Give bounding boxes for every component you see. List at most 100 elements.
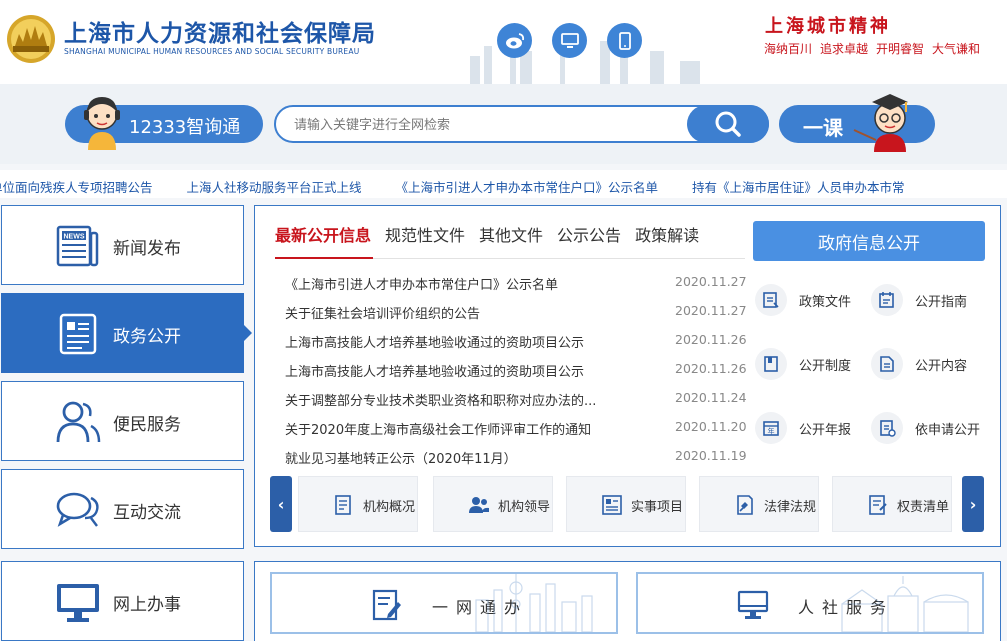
site-header: 上海市人力资源和社会保障局 SHANGHAI MUNICIPAL HUMAN R… (0, 0, 1007, 84)
ticker-item[interactable]: 上海人社移动服务平台正式上线 (187, 177, 362, 196)
gov-item-system[interactable]: 公开制度 (755, 348, 873, 380)
news-list: 《上海市引进人才申办本市常住户口》公示名单 2020.11.27 关于征集社会培… (285, 274, 747, 477)
gov-item-label: 公开年报 (799, 423, 852, 438)
svg-text:年: 年 (768, 427, 775, 436)
policy-doc-icon (755, 284, 787, 316)
carousel-item-label: 法律法规 (764, 500, 817, 515)
page: 上海市人力资源和社会保障局 SHANGHAI MUNICIPAL HUMAN R… (0, 0, 1007, 641)
weibo-icon (505, 32, 524, 48)
tab-other-docs[interactable]: 其他文件 (479, 222, 543, 256)
checklist-icon (869, 495, 887, 515)
nav-label: 网上办事 (113, 595, 181, 615)
carousel-item-laws[interactable]: 法律法规 (699, 476, 819, 532)
tab-policy-interpretation[interactable]: 政策解读 (635, 222, 699, 256)
active-tab-indicator (275, 257, 373, 259)
file-icon (871, 348, 903, 380)
carousel-item-org-overview[interactable]: 机构概况 (298, 476, 418, 532)
nav-label: 便民服务 (113, 415, 181, 435)
carousel-item-power-list[interactable]: 权责清单 (832, 476, 952, 532)
spirit-word: 海纳百川 (764, 42, 813, 56)
chat-icon (54, 487, 102, 533)
ticker-item[interactable]: 持有《上海市居住证》人员申办本市常 (692, 177, 905, 196)
list-item[interactable]: 关于2020年度上海市高级社会工作师评审工作的通知 2020.11.20 (285, 419, 747, 448)
bund-building-decoration-icon (841, 576, 969, 632)
city-spirit-title: 上海城市精神 (765, 16, 891, 37)
nav-item-news[interactable]: NEWS 新闻发布 (1, 205, 244, 285)
gov-item-annual-report[interactable]: 年 公开年报 (755, 412, 873, 444)
gov-item-label: 公开内容 (915, 359, 968, 374)
gov-item-label: 政策文件 (799, 295, 852, 310)
service-card-one-network[interactable]: 一网通办 (270, 572, 618, 634)
monitor-icon (54, 579, 102, 625)
carousel-item-practical-projects[interactable]: 实事项目 (566, 476, 686, 532)
mobile-button[interactable] (607, 23, 642, 58)
nav-item-gov-affairs[interactable]: 政务公开 (1, 293, 252, 373)
carousel-item-label: 机构概况 (363, 500, 416, 515)
news-title[interactable]: 关于2020年度上海市高级社会工作师评审工作的通知 (285, 419, 625, 438)
nav-label: 互动交流 (113, 503, 181, 523)
service-card-hr-services[interactable]: 人社服务 (636, 572, 984, 634)
newspaper-icon: NEWS (54, 223, 102, 269)
list-item[interactable]: 就业见习基地转正公示（2020年11月） 2020.11.19 (285, 448, 747, 477)
course-label: 一课 (803, 116, 843, 140)
spirit-word: 开明睿智 (876, 42, 925, 56)
list-item[interactable]: 上海市高技能人才培养基地验收通过的资助项目公示 2020.11.26 (285, 361, 747, 390)
gov-info-open-button[interactable]: 政府信息公开 (753, 221, 985, 261)
skyline-decoration-icon (475, 574, 593, 632)
news-title[interactable]: 《上海市引进人才申办本市常住户口》公示名单 (285, 274, 625, 293)
leadership-icon (469, 497, 489, 513)
search-button[interactable] (687, 105, 769, 143)
gov-item-apply[interactable]: 依申请公开 (871, 412, 989, 444)
news-date: 2020.11.26 (675, 361, 747, 376)
news-title[interactable]: 上海市高技能人才培养基地验收通过的资助项目公示 (285, 332, 625, 351)
carousel-prev-button[interactable]: ‹ (270, 476, 292, 532)
news-date: 2020.11.24 (675, 390, 747, 405)
search-icon (715, 111, 741, 137)
bureau-emblem-icon[interactable] (3, 12, 59, 64)
list-item[interactable]: 关于征集社会培训评价组织的公告 2020.11.27 (285, 303, 747, 332)
gov-item-guide[interactable]: 公开指南 (871, 284, 989, 316)
chevron-left-icon: ‹ (277, 494, 285, 514)
list-item[interactable]: 关于调整部分专业技术类职业资格和职称对应办法的... 2020.11.24 (285, 390, 747, 419)
tab-latest[interactable]: 最新公开信息 (275, 222, 371, 256)
skyline-decoration-icon (470, 26, 700, 84)
ticker-item[interactable]: 单位面向残疾人专项招聘公告 (0, 177, 153, 196)
tab-announcements[interactable]: 公示公告 (557, 222, 621, 256)
service-entry-panel: 一网通办 人社服务 (254, 561, 1001, 641)
nav-item-online-services[interactable]: 网上办事 (1, 561, 244, 641)
people-icon (54, 399, 102, 445)
news-title[interactable]: 关于征集社会培训评价组织的公告 (285, 303, 625, 322)
nav-item-public-service[interactable]: 便民服务 (1, 381, 244, 461)
tab-regulatory-docs[interactable]: 规范性文件 (385, 222, 465, 256)
gov-item-policy-docs[interactable]: 政策文件 (755, 284, 873, 316)
gov-item-content[interactable]: 公开内容 (871, 348, 989, 380)
desktop-button[interactable] (552, 23, 587, 58)
search-input[interactable] (294, 115, 674, 135)
news-date: 2020.11.26 (675, 332, 747, 347)
news-date: 2020.11.19 (675, 448, 747, 463)
svg-text:NEWS: NEWS (64, 234, 85, 241)
news-title[interactable]: 就业见习基地转正公示（2020年11月） (285, 448, 625, 467)
news-title[interactable]: 上海市高技能人才培养基地验收通过的资助项目公示 (285, 361, 625, 380)
carousel-item-label: 权责清单 (897, 500, 950, 515)
site-title[interactable]: 上海市人力资源和社会保障局 (64, 14, 376, 48)
spirit-word: 追求卓越 (820, 42, 869, 56)
computer-icon (737, 590, 769, 619)
law-icon (737, 495, 753, 515)
ticker-item[interactable]: 《上海市引进人才申办本市常住户口》公示名单 (396, 177, 659, 196)
chevron-right-icon: › (969, 494, 977, 514)
weibo-button[interactable] (497, 23, 532, 58)
info-tabs: 最新公开信息 规范性文件 其他文件 公示公告 政策解读 (275, 222, 699, 256)
carousel-item-label: 机构领导 (498, 500, 551, 515)
carousel-next-button[interactable]: › (962, 476, 984, 532)
hotline-label: 12333智询通 (129, 117, 241, 138)
list-item[interactable]: 上海市高技能人才培养基地验收通过的资助项目公示 2020.11.26 (285, 332, 747, 361)
customer-service-avatar-icon (84, 97, 120, 150)
carousel-item-leadership[interactable]: 机构领导 (433, 476, 553, 532)
news-ticker: 单位面向残疾人专项招聘公告 上海人社移动服务平台正式上线 《上海市引进人才申办本… (0, 170, 1007, 198)
news-date: 2020.11.27 (675, 303, 747, 318)
list-item[interactable]: 《上海市引进人才申办本市常住户口》公示名单 2020.11.27 (285, 274, 747, 303)
projects-icon (602, 495, 622, 515)
news-title[interactable]: 关于调整部分专业技术类职业资格和职称对应办法的... (285, 390, 625, 409)
nav-item-interaction[interactable]: 互动交流 (1, 469, 244, 549)
